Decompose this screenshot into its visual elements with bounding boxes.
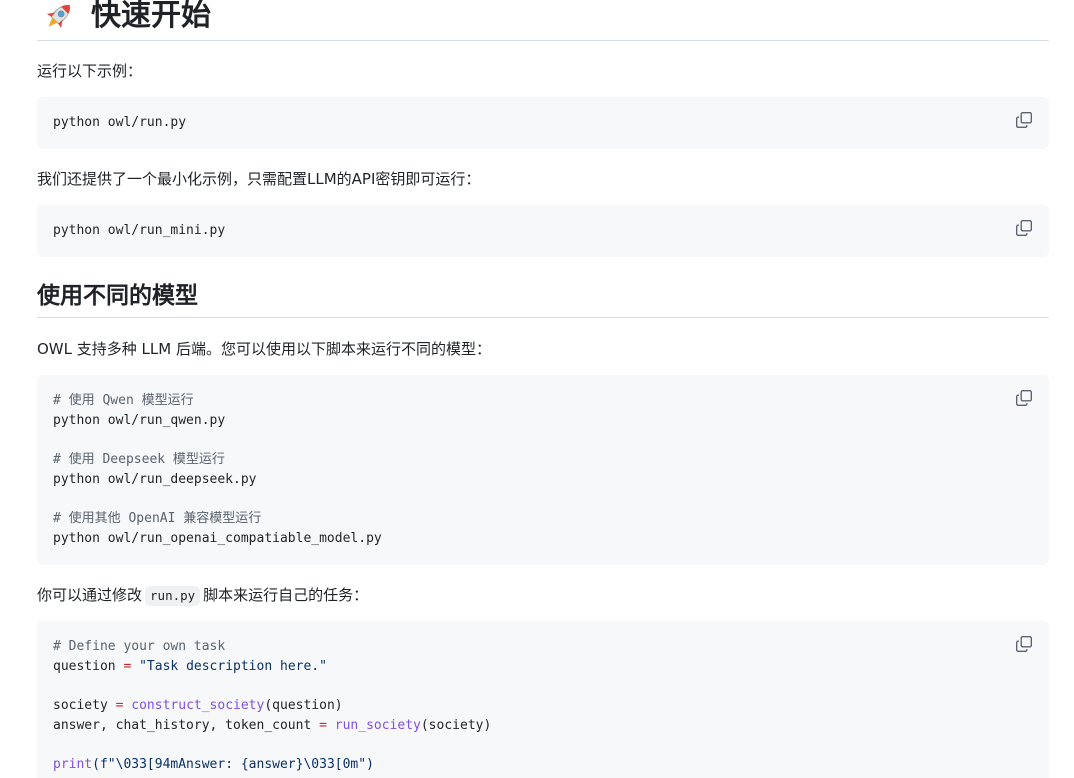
code-args: (question) bbox=[264, 698, 343, 714]
code-line: python owl/run_deepseek.py bbox=[53, 471, 257, 487]
code-block-task: # Define your own task question = "Task … bbox=[37, 621, 1049, 778]
paragraph-custom-task: 你可以通过修改 run.py 脚本来运行自己的任务： bbox=[37, 584, 368, 606]
copy-icon bbox=[1016, 636, 1032, 652]
code-function: print bbox=[53, 757, 93, 773]
code-variable: society bbox=[53, 698, 108, 714]
text: 脚本来运行自己的任务： bbox=[203, 586, 369, 604]
copy-icon bbox=[1016, 220, 1032, 236]
copy-button[interactable] bbox=[1013, 387, 1035, 409]
code-text: python owl/run.py bbox=[53, 115, 187, 130]
paragraph-minimal-example: 我们还提供了一个最小化示例，只需配置LLM的API密钥即可运行： bbox=[37, 170, 481, 188]
code-line: python owl/run_openai_compatiable_model.… bbox=[53, 530, 382, 546]
code-block-run: python owl/run.py bbox=[37, 97, 1049, 149]
code-operator: = bbox=[115, 698, 124, 714]
heading-title: 使用不同的模型 bbox=[37, 283, 198, 309]
copy-button[interactable] bbox=[1013, 217, 1035, 239]
heading-title: 快速开始 bbox=[91, 0, 211, 33]
code-comment: # 使用 Qwen 模型运行 bbox=[53, 393, 194, 408]
code-string: "Task description here." bbox=[139, 658, 327, 674]
code-block-models: # 使用 Qwen 模型运行 python owl/run_qwen.py # … bbox=[37, 375, 1049, 565]
copy-button[interactable] bbox=[1013, 633, 1035, 655]
code-args: (society) bbox=[420, 717, 492, 733]
copy-icon bbox=[1016, 112, 1032, 128]
paragraph-run-example: 运行以下示例： bbox=[37, 62, 143, 80]
code-operator: = bbox=[319, 717, 327, 733]
code-variable: answer, chat_history, token_count bbox=[53, 717, 312, 733]
code-function: construct_society bbox=[131, 698, 265, 714]
paragraph-backends: OWL 支持多种 LLM 后端。您可以使用以下脚本来运行不同的模型： bbox=[37, 340, 491, 358]
inline-code: run.py bbox=[145, 586, 201, 606]
code-args: (f"\033[94mAnswer: {answer}\033[0m") bbox=[92, 757, 374, 773]
code-function: run_society bbox=[334, 717, 421, 733]
rocket-icon bbox=[46, 4, 71, 29]
copy-icon bbox=[1016, 390, 1032, 406]
heading-quick-start: 快速开始 bbox=[37, 0, 1049, 41]
text: 你可以通过修改 bbox=[37, 586, 143, 604]
code-comment: # 使用 Deepseek 模型运行 bbox=[53, 452, 225, 468]
code-comment: # 使用其他 OpenAI 兼容模型运行 bbox=[53, 511, 262, 527]
code-text: python owl/run_mini.py bbox=[53, 223, 226, 238]
code-block-run-mini: python owl/run_mini.py bbox=[37, 205, 1049, 257]
code-comment: # Define your own task bbox=[53, 639, 226, 654]
code-variable: question bbox=[53, 658, 116, 674]
heading-different-models: 使用不同的模型 bbox=[37, 278, 1049, 318]
code-line: python owl/run_qwen.py bbox=[53, 412, 226, 428]
code-text: # 使用 Qwen 模型运行 python owl/run_qwen.py # … bbox=[53, 391, 382, 549]
copy-button[interactable] bbox=[1013, 109, 1035, 131]
code-text: # Define your own task question = "Task … bbox=[53, 637, 491, 775]
code-operator: = bbox=[123, 658, 132, 674]
